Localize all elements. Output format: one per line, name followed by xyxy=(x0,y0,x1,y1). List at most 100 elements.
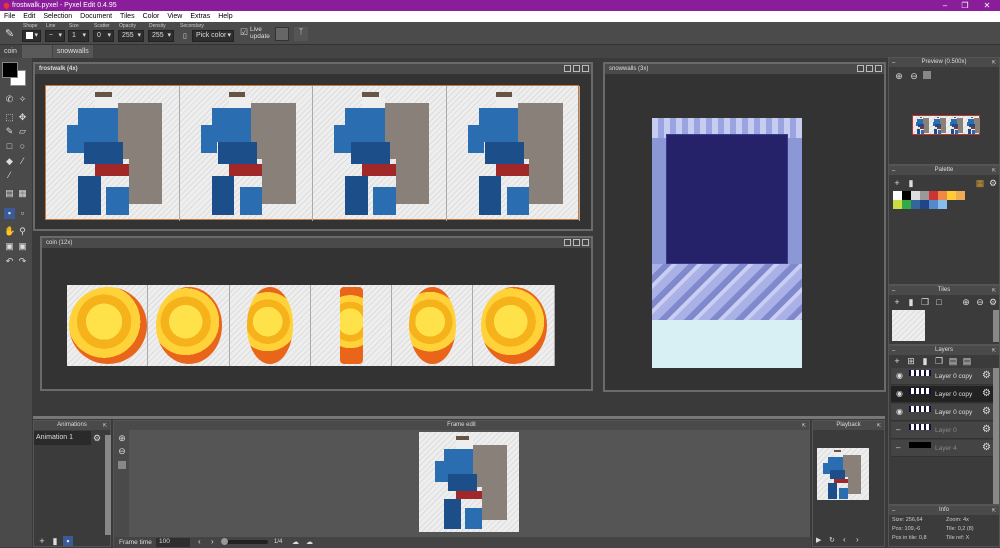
tile-place-icon[interactable]: ▫ xyxy=(17,208,28,219)
onion-skin-prev-icon[interactable]: ☁ xyxy=(292,538,299,546)
layer-row[interactable]: – Layer 0 ⚙ xyxy=(891,422,995,439)
move-icon[interactable]: ✥ xyxy=(17,112,28,123)
rectangle-icon[interactable]: □ xyxy=(4,141,15,152)
zoom-in-icon[interactable]: ⊕ xyxy=(117,433,127,443)
canvas-area[interactable] xyxy=(42,248,591,389)
animation-frame[interactable] xyxy=(180,86,313,221)
zoom-fit-icon[interactable] xyxy=(118,461,126,469)
menu-file[interactable]: File xyxy=(4,11,15,22)
menu-tiles[interactable]: Tiles xyxy=(120,11,135,22)
add-animation-icon[interactable]: + xyxy=(37,536,47,546)
zoom-fit-icon[interactable] xyxy=(923,71,931,79)
scatter-select[interactable]: 0 xyxy=(93,30,114,42)
close-button[interactable]: ✕ xyxy=(977,0,997,11)
menu-help[interactable]: Help xyxy=(218,11,232,22)
line-select[interactable]: ~ xyxy=(45,30,65,42)
menu-document[interactable]: Document xyxy=(80,11,112,22)
palette-swatch[interactable] xyxy=(938,200,947,209)
minimize-icon[interactable] xyxy=(564,239,571,246)
palette-swatch[interactable] xyxy=(911,191,920,200)
palette-swatch[interactable] xyxy=(929,200,938,209)
select-frames-icon[interactable]: ▪ xyxy=(63,536,73,546)
canvas-area[interactable] xyxy=(605,74,884,390)
undo-icon[interactable]: ↶ xyxy=(4,256,15,267)
gear-icon[interactable]: ⚙ xyxy=(988,297,998,307)
duplicate-layer-icon[interactable]: ❐ xyxy=(934,356,944,366)
coin-frame[interactable] xyxy=(474,285,555,366)
close-icon[interactable] xyxy=(875,65,882,72)
maximize-icon[interactable] xyxy=(866,65,873,72)
close-icon[interactable] xyxy=(582,65,589,72)
delete-animation-icon[interactable]: ▮ xyxy=(50,536,60,546)
menu-extras[interactable]: Extras xyxy=(190,11,210,22)
frame-canvas[interactable] xyxy=(419,432,519,532)
previous-icon[interactable]: ‹ xyxy=(843,535,846,544)
maximize-button[interactable]: ❐ xyxy=(955,0,975,11)
canvas[interactable] xyxy=(45,85,580,221)
tiles-scrollbar[interactable] xyxy=(993,310,999,342)
coin-frame[interactable] xyxy=(392,285,474,366)
add-tile-icon[interactable]: + xyxy=(892,297,902,307)
hidden-icon[interactable]: – xyxy=(896,443,900,452)
hidden-icon[interactable]: – xyxy=(896,425,900,434)
layer-row[interactable]: ◉ Layer 0 copy ⚙ xyxy=(891,386,995,403)
tile-select-icon[interactable]: ▪ xyxy=(4,208,15,219)
animation-frame[interactable] xyxy=(447,86,580,221)
gear-icon[interactable]: ⚙ xyxy=(982,388,991,399)
eye-icon[interactable]: ◉ xyxy=(896,371,903,380)
palette-swatch[interactable] xyxy=(902,191,911,200)
slider-thumb[interactable] xyxy=(221,538,228,545)
merge-visible-icon[interactable]: ▤ xyxy=(962,356,972,366)
coin-frame[interactable] xyxy=(148,285,230,366)
frame-slider[interactable] xyxy=(221,538,268,545)
layer-row[interactable]: ◉ Layer 0 copy ⚙ xyxy=(891,368,995,385)
primary-color-swatch[interactable] xyxy=(2,62,18,78)
phone-icon[interactable]: ✆ xyxy=(4,94,15,105)
menu-edit[interactable]: Edit xyxy=(23,11,35,22)
coin-frame[interactable] xyxy=(311,285,393,366)
animation-frame[interactable] xyxy=(46,86,180,221)
palette-swatch[interactable] xyxy=(893,200,902,209)
pin-icon[interactable]: ⇱ xyxy=(992,59,996,68)
palette-swatch[interactable] xyxy=(920,200,929,209)
close-icon[interactable] xyxy=(582,239,589,246)
size-select[interactable]: 1 xyxy=(68,30,89,42)
zoom-in-icon[interactable]: ⊕ xyxy=(894,71,904,81)
palette-swatch[interactable] xyxy=(929,191,938,200)
onion-skin-next-icon[interactable]: ☁ xyxy=(306,538,313,546)
merge-down-icon[interactable]: ▤ xyxy=(948,356,958,366)
delete-color-icon[interactable]: ▮ xyxy=(906,178,916,188)
menu-color[interactable]: Color xyxy=(143,11,160,22)
animation-frame[interactable] xyxy=(313,86,447,221)
tab-snowwalls[interactable]: snowwalls xyxy=(52,45,93,58)
magic-wand-icon[interactable]: ✧ xyxy=(17,94,28,105)
preview-thumbnail[interactable] xyxy=(912,115,981,135)
density-select[interactable]: 255 xyxy=(148,30,174,42)
canvas[interactable] xyxy=(67,285,555,366)
eraser-icon[interactable]: ▱ xyxy=(17,126,28,137)
zoom-out-icon[interactable]: ⊖ xyxy=(117,446,127,456)
ellipse-icon[interactable]: ○ xyxy=(17,141,28,152)
gear-icon[interactable]: ⚙ xyxy=(982,370,991,381)
loop-icon[interactable]: ↻ xyxy=(829,536,835,544)
play-icon[interactable]: ▶ xyxy=(816,536,821,544)
eye-icon[interactable]: ◉ xyxy=(896,407,903,416)
palette-swatch[interactable] xyxy=(956,191,965,200)
gear-icon[interactable]: ⚙ xyxy=(92,433,102,443)
frame-time-input[interactable]: 100 xyxy=(156,538,190,547)
redo-icon[interactable]: ↷ xyxy=(17,256,28,267)
tile-frame-icon[interactable]: □ xyxy=(934,297,944,307)
duplicate-tile-icon[interactable]: ❐ xyxy=(920,297,930,307)
secondary-select[interactable]: Pick color xyxy=(192,30,234,42)
eye-icon[interactable]: ◉ xyxy=(896,389,903,398)
tile-mode-button[interactable]: ᛉ xyxy=(294,27,308,41)
palette-swatch[interactable] xyxy=(902,200,911,209)
live-update-checkbox[interactable]: ☑ xyxy=(240,27,248,38)
zoom-out-icon[interactable]: ⊖ xyxy=(909,71,919,81)
zoom-in-icon[interactable]: ⊕ xyxy=(961,297,971,307)
palette-swatch[interactable] xyxy=(911,200,920,209)
animations-scrollbar[interactable] xyxy=(105,435,111,535)
palette-swatch[interactable] xyxy=(920,191,929,200)
palette-swatch[interactable] xyxy=(938,191,947,200)
gear-icon[interactable]: ⚙ xyxy=(982,406,991,417)
